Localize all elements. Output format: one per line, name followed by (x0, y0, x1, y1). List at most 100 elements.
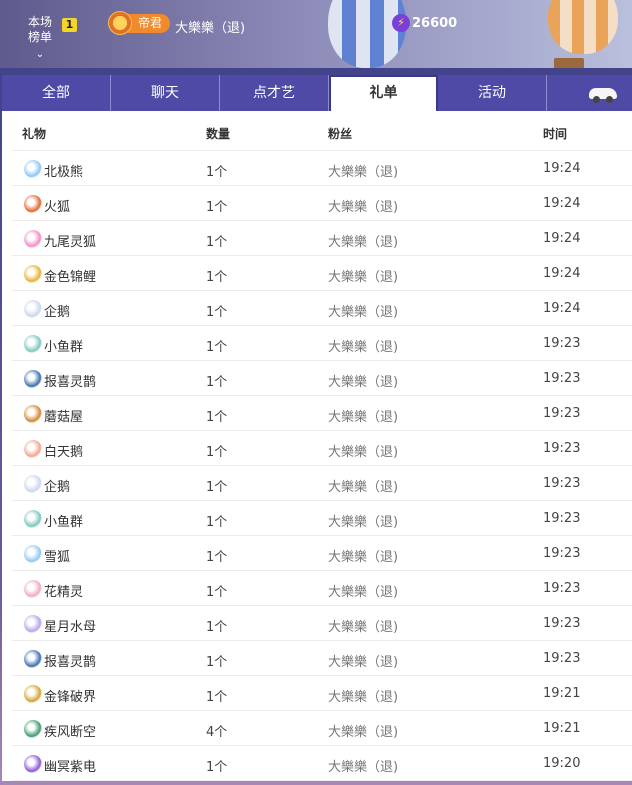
gift-name: 九尾灵狐 (44, 235, 97, 250)
fan-name[interactable]: 大樂樂（退) (328, 476, 398, 495)
fan-name[interactable]: 大樂樂（退) (328, 756, 398, 775)
fish-school-icon (24, 335, 42, 353)
gift-quantity: 1个 (206, 270, 228, 285)
tab-gift-list[interactable]: 礼单 (329, 75, 438, 111)
gift-name: 金锋破界 (44, 690, 97, 705)
gift-quantity: 1个 (206, 165, 228, 180)
magpie-icon (24, 370, 42, 388)
magpie-icon (24, 650, 42, 668)
fan-name[interactable]: 大樂樂（退) (328, 371, 398, 390)
balloon-decoration (548, 0, 618, 54)
table-row: 金色锦鲤 1个 大樂樂（退) 19:24 (12, 256, 632, 291)
tab-talent[interactable]: 点才艺 (220, 75, 329, 111)
penguin-icon (24, 300, 42, 318)
table-row: 白天鹅 1个 大樂樂（退) 19:23 (12, 431, 632, 466)
fan-name[interactable]: 大樂樂（退) (328, 721, 398, 740)
gift-quantity: 1个 (206, 340, 228, 355)
gift-name: 小鱼群 (44, 515, 84, 530)
flower-sprite-icon (24, 580, 42, 598)
gift-quantity: 1个 (206, 690, 228, 705)
wind-blade-icon (24, 720, 42, 738)
gift-name: 金色锦鲤 (44, 270, 97, 285)
table-row: 金锋破界 1个 大樂樂（退) 19:21 (12, 676, 632, 711)
fan-name[interactable]: 大樂樂（退) (328, 231, 398, 250)
room-header: 本场 榜单 ⌄ 1 帝君 大樂樂（退) ⚡ 26600 (0, 0, 632, 68)
gift-quantity: 1个 (206, 585, 228, 600)
purple-lightning-icon (24, 755, 42, 773)
gift-time: 19:23 (543, 581, 581, 596)
gift-name: 花精灵 (44, 585, 84, 600)
gift-time: 19:24 (543, 231, 581, 246)
gift-quantity: 1个 (206, 760, 228, 775)
fan-name[interactable]: 大樂樂（退) (328, 406, 398, 425)
gift-quantity: 1个 (206, 515, 228, 530)
gift-time: 19:24 (543, 266, 581, 281)
table-row: 九尾灵狐 1个 大樂樂（退) 19:24 (12, 221, 632, 256)
table-header: 礼物 数量 粉丝 时间 (12, 111, 632, 151)
gift-name: 火狐 (44, 200, 71, 215)
gift-quantity: 1个 (206, 655, 228, 670)
table-row: 疾风断空 4个 大樂樂（退) 19:21 (12, 711, 632, 746)
fan-name[interactable]: 大樂樂（退) (328, 301, 398, 320)
gift-time: 19:20 (543, 756, 581, 771)
gift-name: 雪狐 (44, 550, 71, 565)
gift-quantity: 1个 (206, 550, 228, 565)
header-time: 时间 (543, 127, 568, 141)
fan-name[interactable]: 大樂樂（退) (328, 196, 398, 215)
table-row: 星月水母 1个 大樂樂（退) 19:23 (12, 606, 632, 641)
fire-fox-icon (24, 195, 42, 213)
tab-activity[interactable]: 活动 (438, 75, 547, 111)
penguin-icon (24, 475, 42, 493)
gift-quantity: 4个 (206, 725, 228, 740)
table-row: 企鹅 1个 大樂樂（退) 19:24 (12, 291, 632, 326)
table-row: 花精灵 1个 大樂樂（退) 19:23 (12, 571, 632, 606)
fan-name[interactable]: 大樂樂（退) (328, 616, 398, 635)
balloon-basket-decoration (554, 58, 584, 68)
tab-all[interactable]: 全部 (2, 75, 111, 111)
jellyfish-icon (24, 615, 42, 633)
fan-name[interactable]: 大樂樂（退) (328, 441, 398, 460)
gift-quantity: 1个 (206, 445, 228, 460)
gift-list-panel: 礼物 数量 粉丝 时间 北极熊 1个 大樂樂（退) 19:24 火狐 1个 大樂樂（退) 19… (2, 111, 632, 781)
gift-name: 疾风断空 (44, 725, 97, 740)
vip-badge-label: 帝君 (138, 16, 163, 30)
gift-name: 企鹅 (44, 480, 71, 495)
rank-number-badge: 1 (62, 18, 77, 32)
fan-name[interactable]: 大樂樂（退) (328, 266, 398, 285)
gift-name: 幽冥紫电 (44, 760, 97, 775)
fish-school-icon (24, 510, 42, 528)
gift-time: 19:23 (543, 336, 581, 351)
gift-time: 19:23 (543, 511, 581, 526)
table-row: 蘑菇屋 1个 大樂樂（退) 19:23 (12, 396, 632, 431)
gift-time: 19:23 (543, 441, 581, 456)
fan-name[interactable]: 大樂樂（退) (328, 651, 398, 670)
gift-quantity: 1个 (206, 235, 228, 250)
gift-time: 19:24 (543, 196, 581, 211)
gift-name: 报喜灵鹊 (44, 375, 97, 390)
gift-quantity: 1个 (206, 620, 228, 635)
table-row: 幽冥紫电 1个 大樂樂（退) 19:20 (12, 746, 632, 781)
fan-name[interactable]: 大樂樂（退) (328, 511, 398, 530)
fan-name[interactable]: 大樂樂（退) (328, 336, 398, 355)
gift-rows: 北极熊 1个 大樂樂（退) 19:24 火狐 1个 大樂樂（退) 19:24 九尾灵狐 1个 大樂樂… (2, 151, 632, 781)
rank-label-line1: 本场 (27, 15, 52, 29)
tab-chat[interactable]: 聊天 (111, 75, 220, 111)
table-row: 火狐 1个 大樂樂（退) 19:24 (12, 186, 632, 221)
fan-name[interactable]: 大樂樂（退) (328, 686, 398, 705)
fan-name[interactable]: 大樂樂（退) (328, 546, 398, 565)
fan-name[interactable]: 大樂樂（退) (328, 581, 398, 600)
gift-time: 19:23 (543, 476, 581, 491)
gift-time: 19:24 (543, 301, 581, 316)
gift-time: 19:24 (543, 161, 581, 176)
top-user-name[interactable]: 大樂樂（退) (175, 17, 245, 36)
gift-time: 19:23 (543, 546, 581, 561)
mushroom-house-icon (24, 405, 42, 423)
gift-name: 小鱼群 (44, 340, 84, 355)
gift-quantity: 1个 (206, 375, 228, 390)
session-rank-button[interactable]: 本场 榜单 ⌄ (18, 15, 62, 62)
gift-quantity: 1个 (206, 480, 228, 495)
vip-badge: 帝君 (108, 11, 171, 35)
balloon-decoration (328, 0, 406, 68)
tab-car[interactable] (547, 75, 632, 111)
fan-name[interactable]: 大樂樂（退) (328, 161, 398, 180)
